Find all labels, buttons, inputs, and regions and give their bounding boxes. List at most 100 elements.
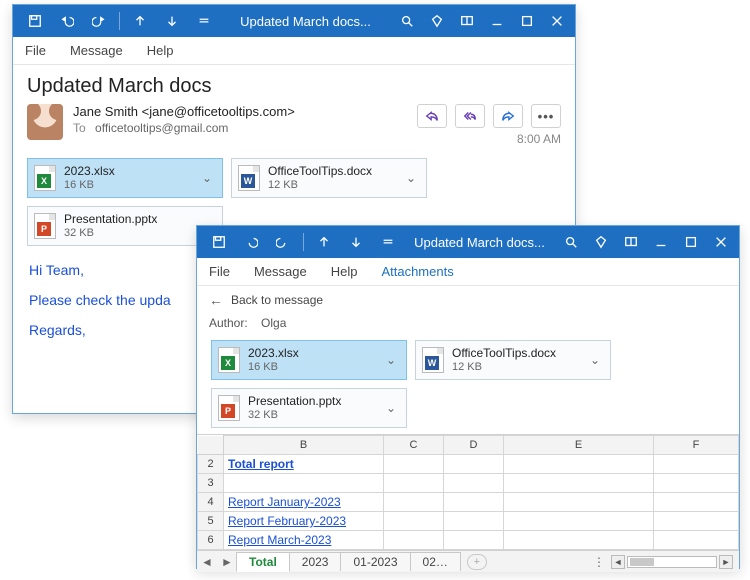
row-header[interactable]: 2 (198, 455, 224, 474)
maximize-icon[interactable] (677, 228, 705, 256)
attachment-name: Presentation.pptx (64, 212, 157, 227)
undo-icon[interactable] (237, 228, 265, 256)
chevron-down-icon[interactable]: ⌄ (198, 169, 216, 187)
search-icon[interactable] (557, 228, 585, 256)
menu-help[interactable]: Help (331, 264, 358, 279)
tab-next-icon[interactable]: ► (217, 555, 237, 569)
chevron-down-icon[interactable]: ⌄ (382, 351, 400, 369)
attachment-name: 2023.xlsx (64, 164, 115, 179)
cell[interactable] (654, 455, 739, 474)
diamond-icon[interactable] (423, 7, 451, 35)
close-icon[interactable] (707, 228, 735, 256)
col-header[interactable]: E (504, 436, 654, 455)
scroll-left-icon[interactable]: ◄ (611, 555, 625, 569)
cell[interactable] (384, 493, 444, 512)
maximize-icon[interactable] (513, 7, 541, 35)
qat-overflow-icon[interactable] (190, 7, 218, 35)
attachment-size: 12 KB (452, 361, 556, 375)
select-all-cell[interactable] (198, 436, 224, 455)
cell[interactable]: Report March-2023 (224, 531, 384, 550)
attachment[interactable]: W OfficeToolTips.docx12 KB ⌄ (231, 158, 427, 198)
cell[interactable] (654, 512, 739, 531)
menu-file[interactable]: File (209, 264, 230, 279)
cell[interactable] (504, 493, 654, 512)
cell[interactable] (504, 474, 654, 493)
sheet-tab[interactable]: 01-2023 (340, 552, 410, 571)
down-arrow-icon[interactable] (158, 7, 186, 35)
save-icon[interactable] (21, 7, 49, 35)
chevron-down-icon[interactable]: ⌄ (586, 351, 604, 369)
horizontal-scrollbar[interactable] (627, 556, 717, 568)
menu-message[interactable]: Message (254, 264, 307, 279)
ribbon-options-icon[interactable] (617, 228, 645, 256)
back-arrow-icon[interactable]: ← (209, 292, 223, 308)
save-icon[interactable] (205, 228, 233, 256)
diamond-icon[interactable] (587, 228, 615, 256)
cell[interactable] (654, 493, 739, 512)
cell[interactable] (504, 531, 654, 550)
down-arrow-icon[interactable] (342, 228, 370, 256)
undo-icon[interactable] (53, 7, 81, 35)
attachment[interactable]: P Presentation.pptx32 KB ⌄ (27, 206, 223, 246)
tab-prev-icon[interactable]: ◄ (197, 555, 217, 569)
back-to-message-link[interactable]: Back to message (231, 293, 323, 307)
chevron-down-icon[interactable]: ⌄ (382, 399, 400, 417)
redo-icon[interactable] (85, 7, 113, 35)
cell[interactable]: Total report (224, 455, 384, 474)
cell[interactable]: Report January-2023 (224, 493, 384, 512)
tab-split-icon[interactable]: ⋮ (589, 555, 609, 569)
close-icon[interactable] (543, 7, 571, 35)
col-header[interactable]: F (654, 436, 739, 455)
cell[interactable] (444, 474, 504, 493)
cell[interactable] (504, 455, 654, 474)
attachment[interactable]: X 2023.xlsx16 KB ⌄ (27, 158, 223, 198)
reply-button[interactable] (417, 104, 447, 128)
message-header: Updated March docs Jane Smith <jane@offi… (13, 65, 575, 154)
cell[interactable] (444, 512, 504, 531)
reply-all-button[interactable] (455, 104, 485, 128)
menu-file[interactable]: File (25, 43, 46, 58)
col-header[interactable]: D (444, 436, 504, 455)
minimize-icon[interactable] (483, 7, 511, 35)
attachment[interactable]: X 2023.xlsx16 KB ⌄ (211, 340, 407, 380)
up-arrow-icon[interactable] (126, 7, 154, 35)
sheet-tab[interactable]: 2023 (289, 552, 342, 571)
col-header[interactable]: C (384, 436, 444, 455)
ribbon-options-icon[interactable] (453, 7, 481, 35)
row-header[interactable]: 5 (198, 512, 224, 531)
menubar: File Message Help (13, 37, 575, 65)
cell[interactable] (444, 455, 504, 474)
cell[interactable] (384, 531, 444, 550)
cell[interactable] (384, 455, 444, 474)
cell[interactable] (654, 474, 739, 493)
menu-attachments[interactable]: Attachments (381, 264, 453, 279)
sheet-tab[interactable]: Total (236, 552, 290, 572)
cell[interactable] (444, 531, 504, 550)
cell[interactable]: Report February-2023 (224, 512, 384, 531)
minimize-icon[interactable] (647, 228, 675, 256)
cell[interactable] (444, 493, 504, 512)
add-sheet-button[interactable]: + (467, 554, 487, 570)
attachment[interactable]: W OfficeToolTips.docx12 KB ⌄ (415, 340, 611, 380)
cell[interactable] (654, 531, 739, 550)
search-icon[interactable] (393, 7, 421, 35)
cell[interactable] (384, 512, 444, 531)
cell[interactable] (384, 474, 444, 493)
menu-message[interactable]: Message (70, 43, 123, 58)
scroll-right-icon[interactable]: ► (719, 555, 733, 569)
up-arrow-icon[interactable] (310, 228, 338, 256)
redo-icon[interactable] (269, 228, 297, 256)
row-header[interactable]: 6 (198, 531, 224, 550)
chevron-down-icon[interactable]: ⌄ (402, 169, 420, 187)
sheet-tab[interactable]: 02… (410, 552, 461, 571)
attachment[interactable]: P Presentation.pptx32 KB ⌄ (211, 388, 407, 428)
more-actions-button[interactable]: ••• (531, 104, 561, 128)
menu-help[interactable]: Help (147, 43, 174, 58)
row-header[interactable]: 3 (198, 474, 224, 493)
cell[interactable] (224, 474, 384, 493)
col-header[interactable]: B (224, 436, 384, 455)
cell[interactable] (504, 512, 654, 531)
row-header[interactable]: 4 (198, 493, 224, 512)
qat-overflow-icon[interactable] (374, 228, 402, 256)
forward-button[interactable] (493, 104, 523, 128)
